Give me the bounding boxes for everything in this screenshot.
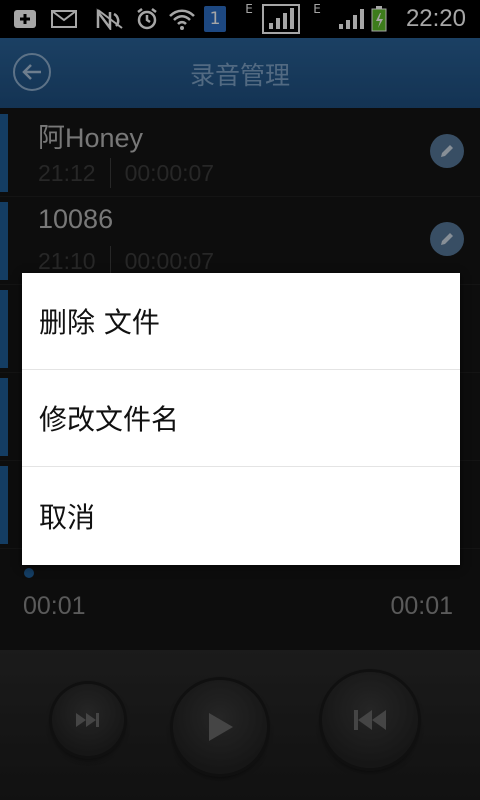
screen: 1 E E 22:20 录音管理 阿Honey 21:12 00:00:07 1… (0, 0, 480, 800)
rename-file-option[interactable]: 修改文件名 (22, 370, 460, 467)
cancel-option[interactable]: 取消 (22, 467, 460, 565)
delete-file-option[interactable]: 删除 文件 (22, 273, 460, 370)
context-menu-dialog: 删除 文件 修改文件名 取消 (22, 273, 460, 565)
